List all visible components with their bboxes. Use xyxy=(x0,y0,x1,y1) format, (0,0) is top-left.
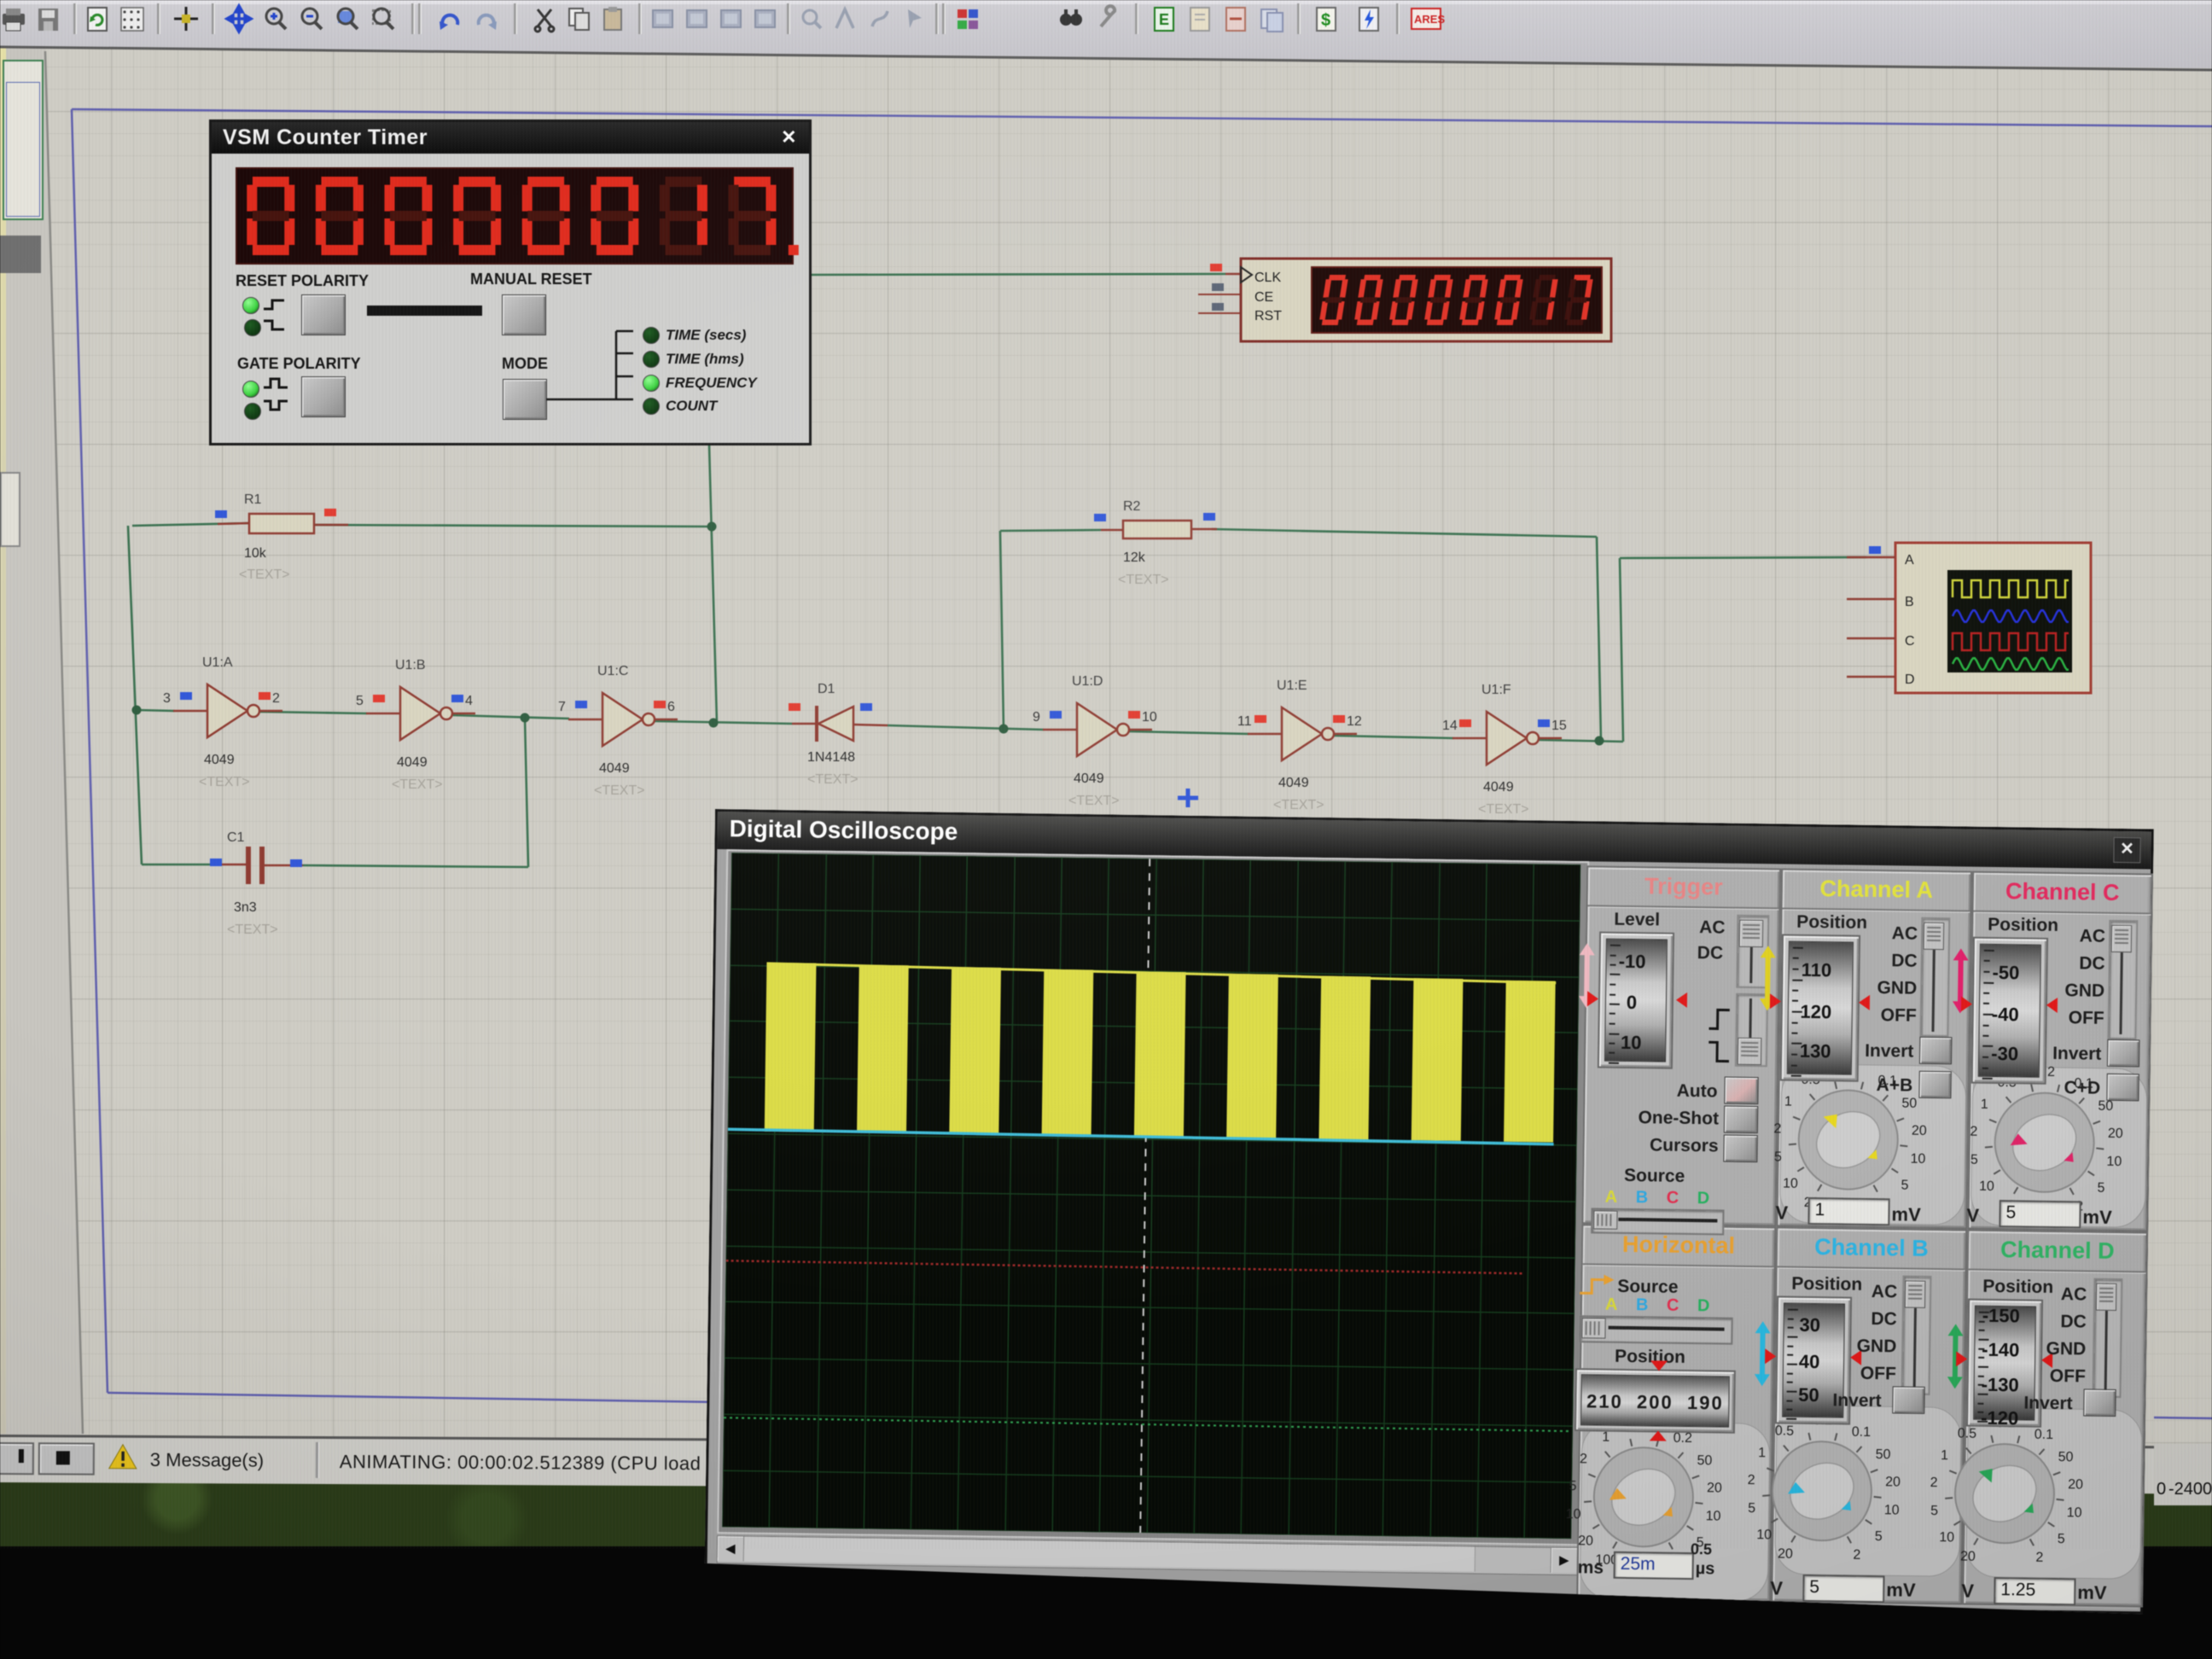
svg-text:<TEXT>: <TEXT> xyxy=(227,923,278,937)
svg-text:3: 3 xyxy=(163,691,171,706)
svg-text:U1:D: U1:D xyxy=(1072,674,1103,689)
svg-text:U1:A: U1:A xyxy=(202,655,233,670)
svg-text:4049: 4049 xyxy=(1074,771,1104,786)
svg-text:<TEXT>: <TEXT> xyxy=(1118,573,1169,587)
svg-text:4049: 4049 xyxy=(1483,780,1514,795)
svg-text:U1:B: U1:B xyxy=(395,658,426,672)
svg-text:<TEXT>: <TEXT> xyxy=(199,775,250,789)
svg-text:U1:F: U1:F xyxy=(1481,683,1511,697)
svg-text:<TEXT>: <TEXT> xyxy=(392,777,443,792)
svg-text:U1:C: U1:C xyxy=(597,664,628,678)
svg-text:U1:E: U1:E xyxy=(1277,678,1307,693)
svg-text:4049: 4049 xyxy=(599,761,630,776)
svg-text:3n3: 3n3 xyxy=(234,900,257,915)
svg-text:4049: 4049 xyxy=(1278,776,1309,790)
svg-text:12k: 12k xyxy=(1123,550,1146,565)
svg-text:15: 15 xyxy=(1551,719,1567,733)
svg-text:C1: C1 xyxy=(227,830,245,845)
svg-text:<TEXT>: <TEXT> xyxy=(239,568,290,582)
svg-text:4049: 4049 xyxy=(397,755,428,770)
svg-text:<TEXT>: <TEXT> xyxy=(1273,798,1324,812)
svg-text:B: B xyxy=(1905,595,1914,609)
svg-text:D: D xyxy=(1905,672,1915,687)
svg-text:C: C xyxy=(1905,634,1915,649)
svg-text:4049: 4049 xyxy=(204,753,235,767)
svg-text:7: 7 xyxy=(558,700,566,714)
svg-text:2: 2 xyxy=(272,691,280,706)
svg-text:5: 5 xyxy=(356,694,364,708)
svg-text:12: 12 xyxy=(1347,714,1362,729)
svg-text:<TEXT>: <TEXT> xyxy=(1068,794,1120,808)
svg-text:6: 6 xyxy=(667,700,675,714)
svg-text:<TEXT>: <TEXT> xyxy=(1478,802,1529,817)
svg-text:D1: D1 xyxy=(818,682,835,696)
svg-text:4: 4 xyxy=(465,694,473,708)
svg-text:9: 9 xyxy=(1033,710,1040,725)
svg-text:14: 14 xyxy=(1442,719,1458,733)
svg-text:11: 11 xyxy=(1237,714,1252,729)
svg-text:10k: 10k xyxy=(244,546,267,561)
svg-text:1N4148: 1N4148 xyxy=(807,750,855,765)
svg-text:<TEXT>: <TEXT> xyxy=(807,772,859,787)
svg-text:10: 10 xyxy=(1142,710,1157,725)
svg-text:<TEXT>: <TEXT> xyxy=(594,783,645,798)
svg-text:A: A xyxy=(1905,553,1914,568)
